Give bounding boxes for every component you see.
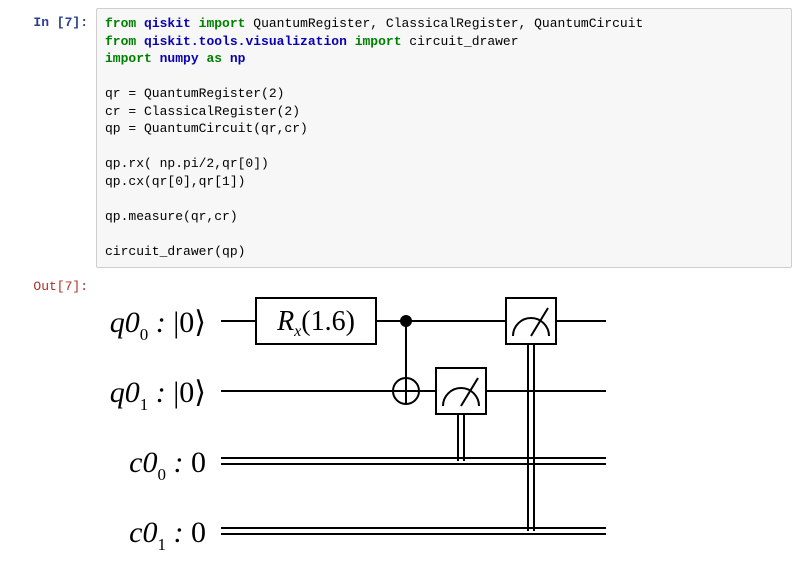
kw-import: import bbox=[105, 51, 152, 66]
svg-text:c01 : 0: c01 : 0 bbox=[129, 516, 206, 554]
wire-label-q00: q00 : |0⟩ bbox=[110, 306, 206, 344]
measure-q0 bbox=[506, 298, 556, 531]
module-qiskit: qiskit bbox=[144, 16, 191, 31]
measure-q1 bbox=[436, 368, 486, 461]
input-prompt: In [7]: bbox=[8, 8, 96, 32]
code-text: circuit_drawer(qp) bbox=[105, 244, 245, 259]
output-area: q00 : |0⟩ q01 : |0⟩ c00 : 0 c01 : 0 bbox=[96, 272, 792, 576]
output-cell: Out[7]: q00 : |0⟩ q01 : |0⟩ c00 bbox=[8, 272, 792, 576]
code-text: QuantumRegister, ClassicalRegister, Quan… bbox=[245, 16, 643, 31]
wire-label-c00: c00 : 0 bbox=[129, 446, 206, 484]
kw-import: import bbox=[355, 34, 402, 49]
code-text: circuit_drawer bbox=[402, 34, 519, 49]
output-prompt: Out[7]: bbox=[8, 272, 96, 296]
code-text: qr = QuantumRegister(2) bbox=[105, 86, 284, 101]
kw-from: from bbox=[105, 34, 136, 49]
code-text: qp.measure(qr,cr) bbox=[105, 209, 238, 224]
input-cell: In [7]: from qiskit import QuantumRegist… bbox=[8, 8, 792, 268]
code-text: qp.cx(qr[0],qr[1]) bbox=[105, 174, 245, 189]
rx-gate: Rx(1.6) bbox=[256, 298, 376, 344]
code-text: qp.rx( np.pi/2,qr[0]) bbox=[105, 156, 269, 171]
svg-text:q01 : |0⟩: q01 : |0⟩ bbox=[110, 376, 206, 414]
wire-label-c01: c01 : 0 bbox=[129, 516, 206, 554]
kw-import: import bbox=[199, 16, 246, 31]
kw-from: from bbox=[105, 16, 136, 31]
kw-as: as bbox=[206, 51, 222, 66]
circuit-diagram: q00 : |0⟩ q01 : |0⟩ c00 : 0 c01 : 0 bbox=[96, 276, 616, 576]
svg-text:c00 : 0: c00 : 0 bbox=[129, 446, 206, 484]
code-text: cr = ClassicalRegister(2) bbox=[105, 104, 300, 119]
cnot-gate bbox=[393, 315, 419, 404]
svg-text:q00 : |0⟩: q00 : |0⟩ bbox=[110, 306, 206, 344]
module-qiskit-tools: qiskit.tools.visualization bbox=[144, 34, 347, 49]
wire-label-q01: q01 : |0⟩ bbox=[110, 376, 206, 414]
code-editor[interactable]: from qiskit import QuantumRegister, Clas… bbox=[96, 8, 792, 268]
code-text: qp = QuantumCircuit(qr,cr) bbox=[105, 121, 308, 136]
module-numpy: numpy bbox=[160, 51, 199, 66]
svg-text:Rx(1.6): Rx(1.6) bbox=[276, 306, 355, 340]
alias-np: np bbox=[230, 51, 246, 66]
